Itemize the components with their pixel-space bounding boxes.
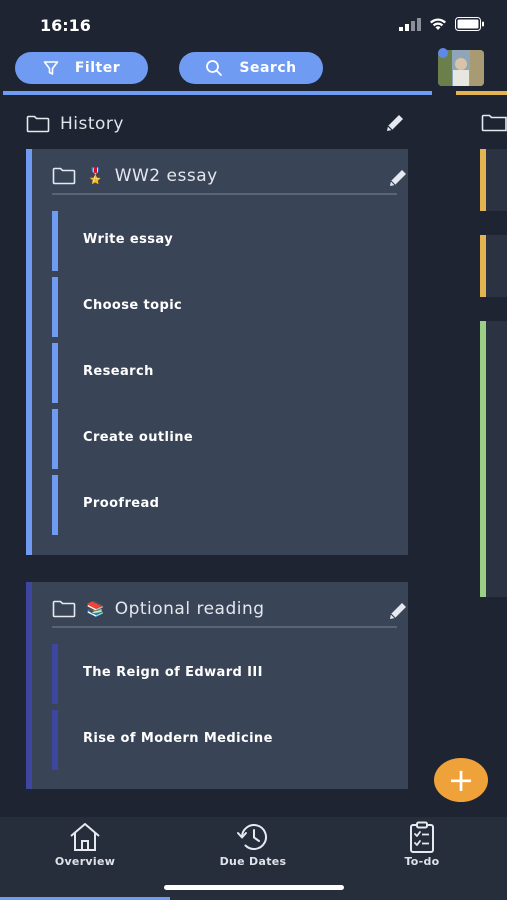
home-icon: [70, 823, 100, 851]
task-item[interactable]: Research: [52, 343, 402, 403]
checklist-icon: [410, 821, 434, 853]
search-icon: [206, 60, 223, 76]
task-item[interactable]: Create outline: [52, 409, 402, 469]
task-item[interactable]: Choose topic: [52, 277, 402, 337]
task-label: Create outline: [83, 430, 194, 445]
task-accent-bar: [52, 343, 58, 403]
status-icons: [399, 17, 485, 31]
task-label: Choose topic: [83, 298, 183, 313]
task-item[interactable]: Write essay: [52, 211, 402, 271]
card-accent-bar: [480, 321, 486, 597]
column-indicator-next: [456, 91, 507, 95]
folder-icon: [481, 114, 507, 132]
project-card-ww2[interactable]: 🎖️ WW2 essay Write essay Choose topic Re…: [26, 149, 408, 555]
task-accent-bar: [52, 277, 58, 337]
section-header: History: [26, 112, 406, 136]
card-divider: [52, 193, 397, 195]
card-title: WW2 essay: [114, 166, 218, 186]
plus-icon: +: [447, 761, 475, 799]
task-accent-bar: [52, 211, 58, 271]
medal-icon: 🎖️: [86, 167, 105, 185]
task-item[interactable]: Rise of Modern Medicine: [52, 710, 402, 770]
task-label: The Reign of Edward III: [83, 665, 263, 680]
edit-card-icon[interactable]: [387, 600, 409, 622]
task-label: Rise of Modern Medicine: [83, 731, 273, 746]
card-header: 📚 Optional reading: [52, 592, 406, 626]
folder-icon: [52, 167, 76, 185]
nav-todo[interactable]: To-do: [362, 821, 482, 868]
history-icon: [237, 824, 267, 850]
card-divider: [52, 626, 397, 628]
status-bar: 16:16: [0, 0, 507, 48]
task-accent-bar: [52, 475, 58, 535]
filter-label: Filter: [74, 60, 121, 76]
task-accent-bar: [52, 409, 58, 469]
folder-icon: [52, 600, 76, 618]
search-button[interactable]: Search: [179, 52, 323, 84]
edit-section-icon[interactable]: [384, 112, 406, 134]
card-title: Optional reading: [114, 599, 265, 619]
status-time: 16:16: [40, 16, 91, 35]
add-button[interactable]: +: [434, 758, 488, 802]
next-column-card[interactable]: [480, 235, 507, 297]
folder-icon: [26, 115, 50, 133]
nav-due-dates-label: Due Dates: [219, 855, 287, 868]
next-column-card[interactable]: [480, 149, 507, 211]
task-item[interactable]: The Reign of Edward III: [52, 644, 402, 704]
top-bar: Filter Search: [0, 48, 507, 92]
column-indicator-active: [3, 91, 432, 95]
books-icon: 📚: [86, 600, 105, 618]
card-accent-bar: [480, 235, 486, 297]
nav-overview-label: Overview: [54, 855, 116, 868]
task-accent-bar: [52, 644, 58, 704]
task-item[interactable]: Proofread: [52, 475, 402, 535]
card-header: 🎖️ WW2 essay: [52, 159, 406, 193]
search-label: Search: [239, 60, 297, 76]
section-title: History: [60, 114, 124, 134]
card-accent-bar: [480, 149, 486, 211]
nav-todo-label: To-do: [404, 855, 440, 868]
task-accent-bar: [52, 710, 58, 770]
project-card-reading[interactable]: 📚 Optional reading The Reign of Edward I…: [26, 582, 408, 789]
edit-card-icon[interactable]: [387, 167, 409, 189]
filter-button[interactable]: Filter: [15, 52, 148, 84]
notification-dot: [438, 48, 448, 58]
card-accent-bar: [26, 582, 32, 789]
nav-overview[interactable]: Overview: [25, 821, 145, 868]
nav-due-dates[interactable]: Due Dates: [193, 821, 313, 868]
battery-icon: [455, 17, 484, 31]
home-indicator: [164, 885, 344, 890]
task-label: Write essay: [83, 232, 174, 247]
filter-icon: [43, 61, 59, 75]
next-column-card[interactable]: [480, 321, 507, 597]
wifi-icon: [430, 18, 446, 30]
signal-icon: [399, 17, 421, 31]
task-label: Research: [83, 364, 154, 379]
card-accent-bar: [26, 149, 32, 555]
task-label: Proofread: [83, 496, 160, 511]
